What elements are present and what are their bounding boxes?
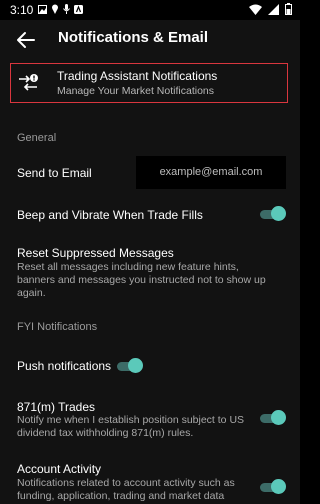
page-title: Notifications & Email — [58, 29, 209, 46]
trading-assistant-notifications-item[interactable]: Trading Assistant Notifications Manage Y… — [10, 63, 288, 103]
status-bar: 3:10 — [0, 0, 300, 20]
signal-icon — [268, 3, 279, 15]
assistant-title: Trading Assistant Notifications — [57, 69, 218, 83]
email-input[interactable]: example@email.com — [136, 156, 286, 189]
assistant-subtitle: Manage Your Market Notifications — [57, 85, 215, 97]
push-notifications-toggle[interactable] — [115, 358, 143, 374]
trade-alert-settings-icon — [19, 74, 38, 91]
account-activity-toggle[interactable] — [258, 479, 286, 495]
reset-suppressed-label: Reset Suppressed Messages — [17, 246, 174, 260]
status-notification-icons — [38, 4, 83, 14]
871m-trades-description: Notify me when I establish position subj… — [17, 414, 245, 439]
microphone-icon — [63, 4, 70, 14]
pin-icon — [52, 4, 58, 14]
push-notifications-label: Push notifications — [17, 359, 112, 373]
beep-vibrate-label: Beep and Vibrate When Trade Fills — [17, 208, 203, 222]
back-arrow-icon[interactable] — [14, 28, 38, 52]
app-header: Notifications & Email — [0, 20, 300, 60]
reset-suppressed-description: Reset all messages including new feature… — [17, 261, 266, 299]
871m-trades-label: 871(m) Trades — [17, 400, 96, 414]
account-activity-label: Account Activity — [17, 462, 102, 476]
send-to-email-label: Send to Email — [17, 166, 92, 180]
app-notification-icon — [74, 4, 83, 14]
status-time: 3:10 — [10, 3, 34, 17]
section-header-fyi: FYI Notifications — [17, 321, 98, 333]
status-system-icons — [249, 3, 292, 15]
settings-screen: 3:10 Notifications & Email Trading Assis… — [0, 0, 300, 504]
battery-icon — [285, 3, 292, 15]
account-activity-description: Notifications related to account activit… — [17, 477, 235, 502]
section-header-general: General — [17, 132, 57, 144]
beep-vibrate-toggle[interactable] — [258, 206, 286, 222]
image-icon — [38, 4, 47, 14]
871m-trades-toggle[interactable] — [258, 410, 286, 426]
wifi-icon — [249, 4, 262, 15]
